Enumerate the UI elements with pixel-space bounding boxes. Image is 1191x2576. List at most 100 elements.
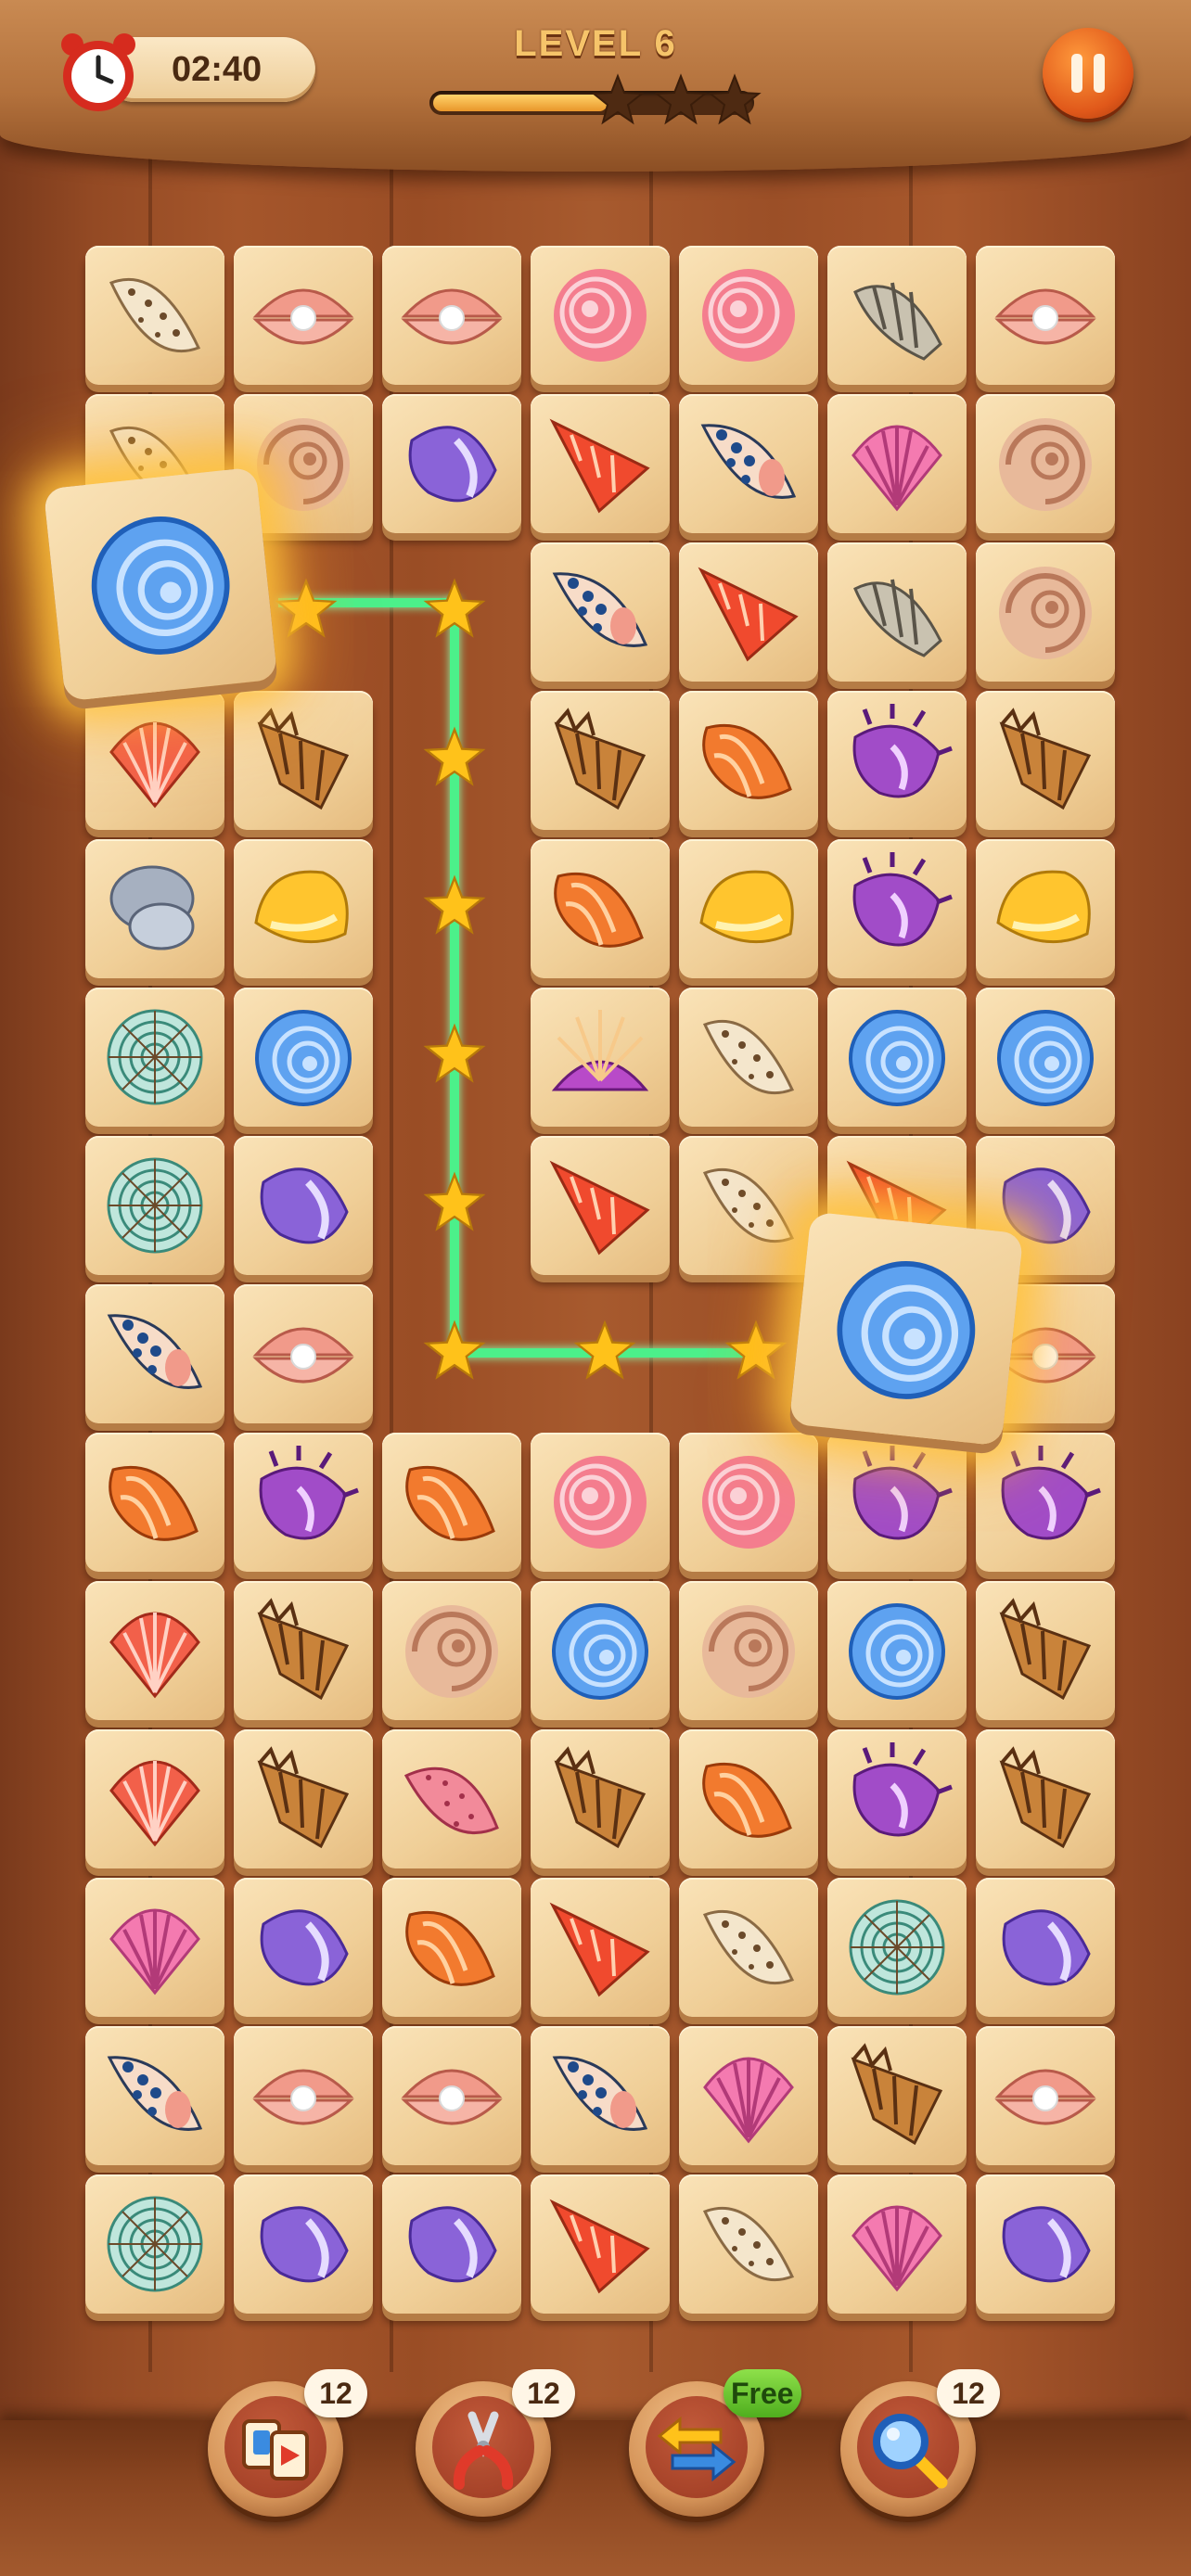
tile-pearl-clam[interactable] [234,1284,373,1423]
tile-orange-snail[interactable] [382,1433,521,1572]
tile-brown-murex[interactable] [976,1729,1115,1868]
tile-purple-murex[interactable] [976,1433,1115,1572]
tile-blue-cone[interactable] [85,2026,224,2165]
tile-orange-snail[interactable] [679,1729,818,1868]
tile-spotted-cone[interactable] [85,246,224,385]
tile-blue-ammonite[interactable] [234,988,373,1127]
tile-orange-snail[interactable] [679,691,818,830]
tile-pink-scallop[interactable] [85,1878,224,2017]
tile-purple-murex[interactable] [827,691,967,830]
tile-pink-cone[interactable] [382,1729,521,1868]
tile-spotted-cone[interactable] [679,2174,818,2314]
tile-brown-murex[interactable] [531,691,670,830]
tile-red-spire[interactable] [531,1878,670,2017]
tile-red-spire[interactable] [679,542,818,682]
tile-pearl-clam[interactable] [382,246,521,385]
tile-orange-snail[interactable] [85,1433,224,1572]
tile-purple-conch[interactable] [382,394,521,533]
tile-spotted-cone[interactable] [679,988,818,1127]
tile-teal-spiral[interactable] [85,1136,224,1275]
tile-brown-murex[interactable] [234,1581,373,1720]
tile-brown-murex[interactable] [976,1581,1115,1720]
tile-blue-cone[interactable] [531,542,670,682]
blue-cone-icon [107,1314,203,1389]
tile-pink-spiral[interactable] [531,246,670,385]
tile-pink-spiral[interactable] [679,1433,818,1572]
selected-tile-blue-ammonite[interactable] [43,466,278,702]
tile-yellow-helmet[interactable] [976,839,1115,978]
tile-spotted-cone[interactable] [679,1878,818,2017]
tile-gray-pebble[interactable] [85,839,224,978]
selected-tile-blue-ammonite[interactable] [788,1211,1024,1447]
tile-red-spire[interactable] [531,1136,670,1275]
tile-tan-nautilus[interactable] [976,394,1115,533]
tile-tan-nautilus[interactable] [976,542,1115,682]
tile-orange-snail[interactable] [531,839,670,978]
tile-purple-conch[interactable] [976,1878,1115,2017]
tile-purple-murex[interactable] [234,1433,373,1572]
tile-purple-conch[interactable] [976,2174,1115,2314]
tile-purple-conch[interactable] [234,2174,373,2314]
purple-conch-icon [260,1167,349,1244]
tile-pink-spiral[interactable] [531,1433,670,1572]
tile-purple-conch[interactable] [234,1136,373,1275]
tile-blue-ammonite[interactable] [976,988,1115,1127]
tile-blue-ammonite[interactable] [827,988,967,1127]
tile-red-scallop[interactable] [85,1581,224,1720]
tile-blue-cone[interactable] [679,394,818,533]
tile-blue-ammonite[interactable] [531,1581,670,1720]
tile-tan-nautilus[interactable] [382,1581,521,1720]
path-star-icon [724,1320,788,1380]
tile-gray-whelk[interactable] [827,542,967,682]
tile-purple-murex[interactable] [827,1729,967,1868]
tile-yellow-helmet[interactable] [679,839,818,978]
tile-tan-nautilus[interactable] [679,1581,818,1720]
tile-pink-scallop[interactable] [827,2174,967,2314]
magnifier-icon [873,2414,948,2489]
swap-arrows-icon [657,2416,736,2482]
tile-red-scallop[interactable] [85,1729,224,1868]
tile-pink-scallop[interactable] [679,2026,818,2165]
tile-purple-conch[interactable] [234,1878,373,2017]
tile-spotted-cone[interactable] [679,1136,818,1275]
swap-free-badge: Free [724,2369,801,2417]
tile-brown-murex[interactable] [976,691,1115,830]
orange-snail-icon [702,1762,792,1838]
gray-whelk-icon [853,282,942,361]
tile-teal-spiral[interactable] [827,1878,967,2017]
tile-blue-ammonite[interactable] [827,1581,967,1720]
tile-purple-murex[interactable] [827,1433,967,1572]
tile-pink-scallop[interactable] [827,394,967,533]
pink-scallop-icon [852,2205,942,2292]
tile-brown-murex[interactable] [827,2026,967,2165]
tile-purple-conch[interactable] [382,2174,521,2314]
shuffle-count-badge: 12 [304,2369,367,2417]
tile-brown-murex[interactable] [531,1729,670,1868]
tile-purple-murex[interactable] [827,839,967,978]
brown-murex-icon [999,1746,1092,1849]
tile-sunray-shell[interactable] [531,988,670,1127]
tile-brown-murex[interactable] [234,1729,373,1868]
brown-murex-icon [999,708,1092,810]
purple-murex-icon [1001,1446,1101,1540]
tile-pearl-clam[interactable] [234,246,373,385]
tile-blue-cone[interactable] [85,1284,224,1423]
tile-blue-cone[interactable] [531,2026,670,2165]
tile-orange-snail[interactable] [382,1878,521,2017]
tile-teal-spiral[interactable] [85,988,224,1127]
tile-red-spire[interactable] [531,2174,670,2314]
tile-red-scallop[interactable] [85,691,224,830]
tile-pearl-clam[interactable] [976,246,1115,385]
tan-nautilus-icon [702,1605,795,1698]
blue-cone-icon [700,424,797,499]
tile-pearl-clam[interactable] [382,2026,521,2165]
tile-pearl-clam[interactable] [234,2026,373,2165]
teal-spiral-icon [849,1899,945,1996]
tile-red-spire[interactable] [531,394,670,533]
tile-gray-whelk[interactable] [827,246,967,385]
tile-pink-spiral[interactable] [679,246,818,385]
tile-pearl-clam[interactable] [976,2026,1115,2165]
tile-brown-murex[interactable] [234,691,373,830]
tile-yellow-helmet[interactable] [234,839,373,978]
tile-teal-spiral[interactable] [85,2174,224,2314]
